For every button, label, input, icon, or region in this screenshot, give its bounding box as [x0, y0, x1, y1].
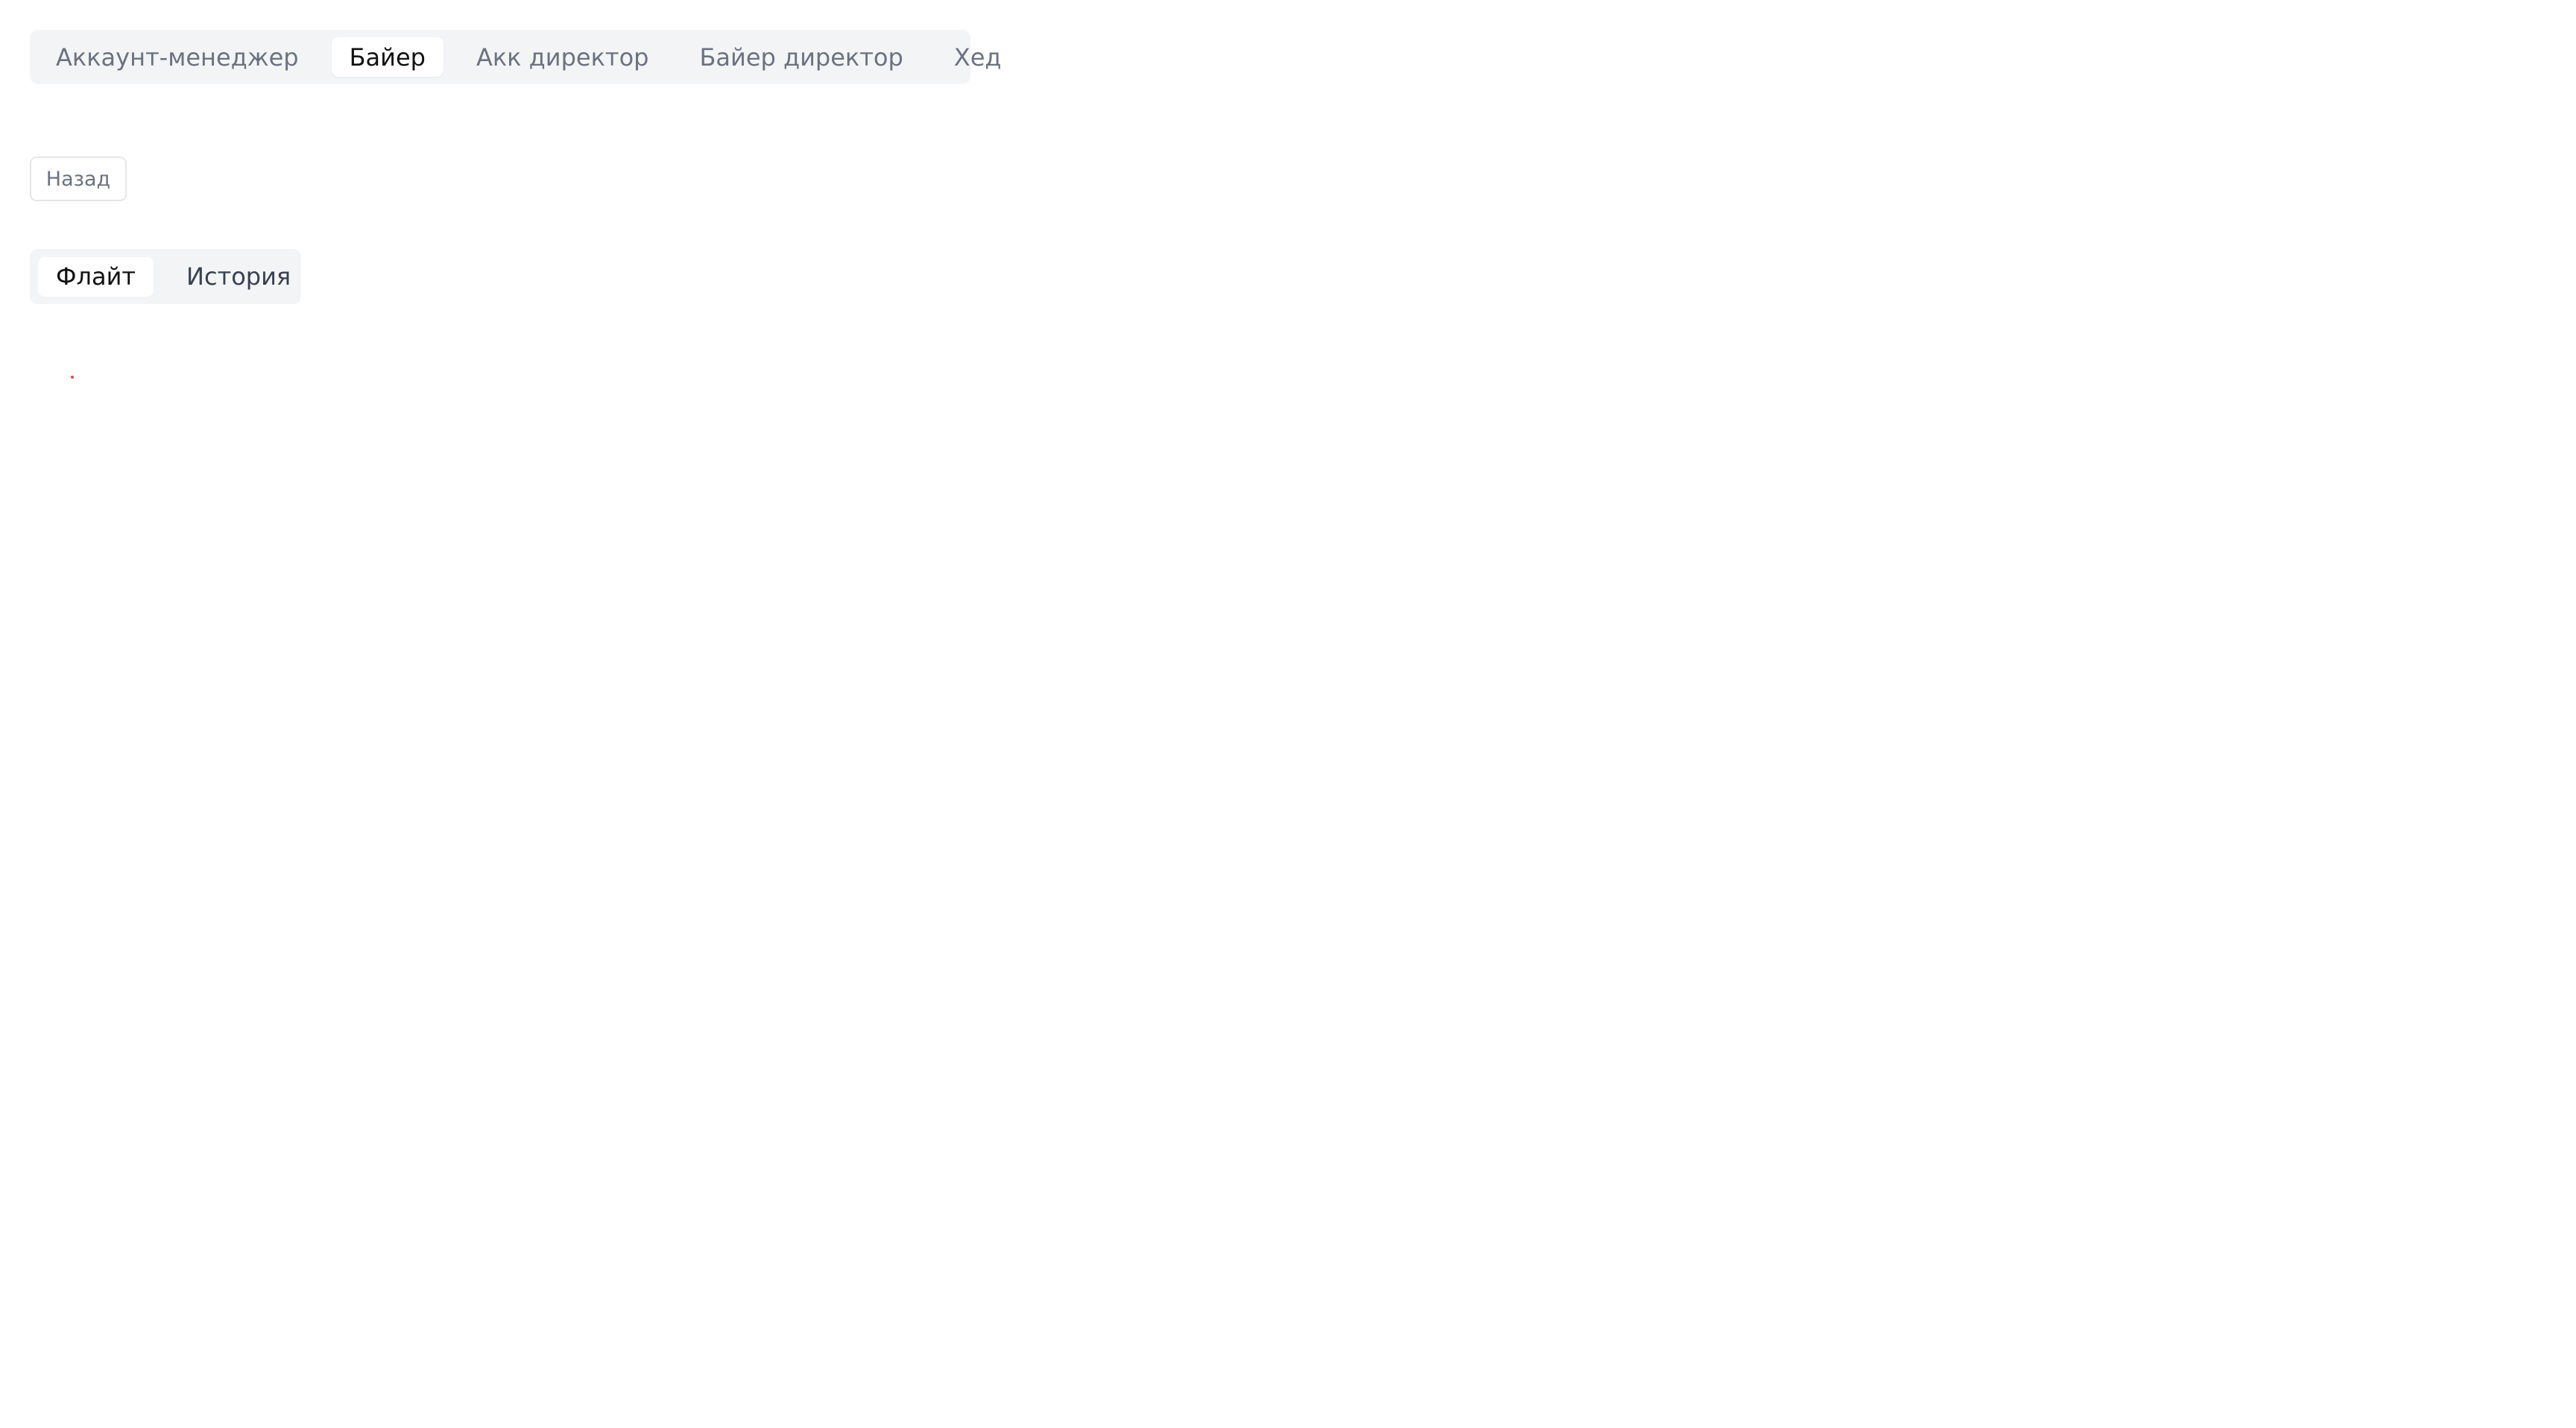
tab-account-director[interactable]: Акк директор: [458, 37, 667, 77]
loading-indicator-dot: [71, 376, 74, 379]
page: Аккаунт-менеджер Байер Акк директор Байе…: [0, 0, 2576, 1428]
back-button[interactable]: Назад: [30, 157, 127, 201]
view-tab-bar: Флайт История: [30, 249, 301, 304]
tab-buyer-director[interactable]: Байер директор: [681, 37, 921, 77]
tab-history[interactable]: История: [168, 257, 309, 297]
tab-account-manager[interactable]: Аккаунт-менеджер: [38, 37, 317, 77]
tab-flight[interactable]: Флайт: [38, 256, 154, 297]
tab-head[interactable]: Хед: [936, 37, 1020, 77]
tab-buyer[interactable]: Байер: [331, 37, 443, 77]
role-tab-bar: Аккаунт-менеджер Байер Акк директор Байе…: [30, 30, 1002, 84]
